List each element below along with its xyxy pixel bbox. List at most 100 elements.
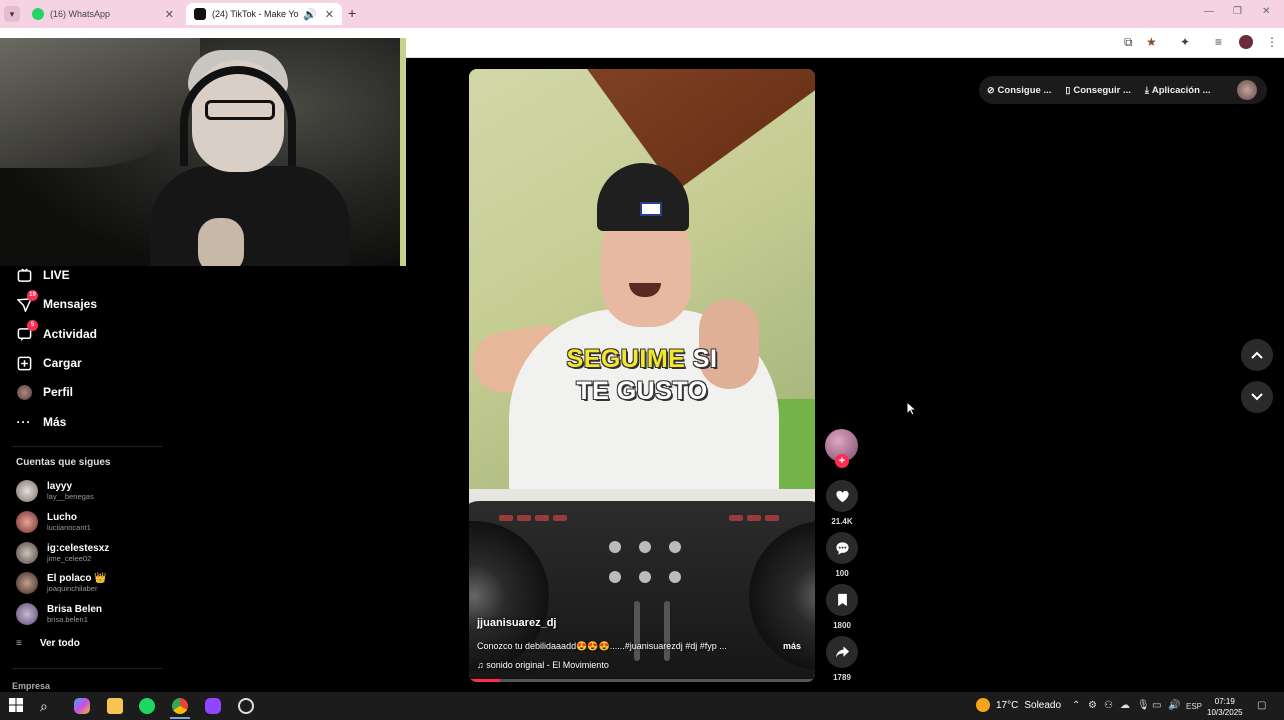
nav-more[interactable]: ··· Más	[16, 412, 67, 432]
volume-icon[interactable]: 🔊	[1168, 700, 1180, 711]
avatar	[16, 603, 38, 625]
following-account[interactable]: ig:celestesxz jime_celee02	[16, 540, 109, 566]
tiktok-icon	[194, 8, 206, 20]
close-tab-icon[interactable]: ✕	[325, 8, 334, 21]
new-tab-button[interactable]: +	[348, 5, 356, 21]
previous-video-button[interactable]	[1241, 339, 1273, 371]
see-all-link[interactable]: ≡ Ver todo	[16, 638, 80, 649]
chrome-icon[interactable]	[172, 698, 188, 714]
cloud-icon[interactable]: ☁	[1120, 700, 1130, 711]
account-name: ig:celestesxz	[47, 543, 110, 554]
network-icon[interactable]: ▭	[1152, 700, 1161, 711]
description-text: Conozco tu debilidaaadd😍😍😍......#juanisu…	[477, 641, 727, 651]
user-avatar[interactable]	[1237, 80, 1257, 100]
account-handle: brisa.belen1	[47, 615, 88, 624]
footer-company-link[interactable]: Empresa	[12, 681, 50, 691]
copilot-icon[interactable]	[74, 698, 90, 714]
top-actions-bar: ⊘ Consigue ... ▯ Conseguir ... ⤓ Aplicación…	[979, 76, 1267, 104]
minimize-icon[interactable]: —	[1204, 6, 1214, 17]
video-player[interactable]: SEGUIME SI TE GUSTO jjuanisuarez_dj Cono…	[469, 69, 815, 682]
following-account[interactable]: El polaco 👑 joaquinchilaber	[16, 570, 107, 596]
get-coins-button[interactable]: ⊘ Consigue ...	[987, 85, 1051, 96]
webcam-overlay	[0, 38, 406, 266]
audio-icon[interactable]: 🔊	[303, 8, 317, 21]
close-tab-icon[interactable]: ✕	[165, 8, 174, 21]
live-icon	[16, 267, 32, 283]
nav-label: Actividad	[43, 327, 98, 341]
account-handle: jime_celee02	[47, 554, 92, 563]
messages-icon: 19	[16, 290, 38, 312]
tray-app-icon[interactable]: ⚇	[1104, 700, 1113, 711]
nav-profile[interactable]: Perfil	[16, 382, 73, 402]
account-handle: lay__benegas	[47, 492, 94, 501]
video-person-hand	[699, 299, 759, 389]
video-progress-fill	[469, 679, 501, 682]
chevron-up-icon[interactable]: ⌃	[1072, 700, 1080, 711]
weather-temp: 17°C	[996, 699, 1019, 711]
weather-widget[interactable]: 17°C Soleado	[976, 698, 1061, 712]
tab-search-button[interactable]: ▾	[4, 6, 20, 22]
desktop-app-button[interactable]: ⤓ Aplicación ...	[1145, 85, 1211, 96]
video-cap-logo	[640, 202, 662, 216]
nav-label: Mensajes	[43, 297, 98, 311]
tray-app-icon[interactable]: ⚙	[1088, 700, 1097, 711]
comment-count: 100	[835, 569, 849, 578]
clock-date: 10/3/2025	[1207, 708, 1243, 717]
coin-icon: ⊘	[987, 84, 995, 95]
avatar	[16, 542, 38, 564]
system-clock[interactable]: 07:19 10/3/2025	[1207, 696, 1243, 718]
more-link[interactable]: más	[783, 641, 801, 651]
streaming-app-icon[interactable]	[205, 698, 221, 714]
spotify-icon[interactable]	[139, 698, 155, 714]
tab-whatsapp[interactable]: (16) WhatsApp ✕	[24, 3, 182, 25]
nav-activity[interactable]: 5 Actividad	[16, 320, 98, 344]
obs-icon[interactable]	[238, 698, 254, 714]
save-count: 1800	[833, 621, 851, 630]
share-button[interactable]: 1789	[826, 636, 858, 682]
extensions-icon[interactable]: ✦	[1180, 35, 1190, 49]
chevron-down-icon	[1251, 393, 1263, 401]
upload-icon	[16, 355, 32, 371]
activity-icon: 5	[16, 320, 38, 342]
following-account[interactable]: Brisa Belen brisa.belen1	[16, 601, 102, 627]
next-video-button[interactable]	[1241, 381, 1273, 413]
profile-avatar-icon[interactable]	[1239, 35, 1253, 49]
follow-button[interactable]: +	[835, 454, 849, 468]
video-author[interactable]: jjuanisuarez_dj	[477, 617, 556, 629]
windows-start-icon[interactable]	[9, 698, 25, 714]
divider	[12, 668, 162, 669]
language-indicator[interactable]: ESP	[1186, 702, 1202, 711]
video-progress-bar[interactable]	[469, 679, 815, 682]
nav-upload[interactable]: Cargar	[16, 353, 82, 373]
like-button[interactable]: 21.4K	[826, 480, 858, 526]
following-account[interactable]: layyy lay__benegas	[16, 478, 94, 504]
bookmark-star-icon[interactable]: ★	[1146, 35, 1157, 49]
account-handle: joaquinchilaber	[47, 584, 98, 593]
mouse-cursor-icon	[906, 400, 918, 421]
clock-time: 07:19	[1214, 697, 1235, 706]
nav-live[interactable]: LIVE	[16, 265, 70, 285]
nav-messages[interactable]: 19 Mensajes	[16, 290, 98, 314]
notifications-icon[interactable]: ▢	[1257, 700, 1266, 711]
nav-label: Cargar	[43, 356, 82, 370]
comment-button[interactable]: 100	[826, 532, 858, 578]
close-window-icon[interactable]: ✕	[1262, 6, 1270, 17]
restore-icon[interactable]: ❐	[1233, 6, 1242, 17]
file-explorer-icon[interactable]	[107, 698, 123, 714]
heart-icon	[826, 480, 858, 512]
download-icon: ⤓	[1144, 84, 1149, 95]
menu-kebab-icon[interactable]: ⋮	[1266, 35, 1278, 49]
following-account[interactable]: Lucho luciianocant1	[16, 509, 91, 535]
microphone-icon[interactable]: 🎙	[1137, 700, 1150, 711]
tab-tiktok[interactable]: (24) TikTok - Make Your Day 🔊 ✕	[186, 3, 342, 25]
account-name: layyy	[47, 481, 73, 492]
video-sound[interactable]: ♫ sonido original - El Movimiento	[477, 660, 609, 670]
sun-icon	[976, 698, 990, 712]
save-button[interactable]: 1800	[826, 584, 858, 630]
bookmark-icon	[826, 584, 858, 616]
media-control-icon[interactable]: ≡	[1215, 35, 1222, 49]
install-app-icon[interactable]: ⧉	[1124, 35, 1133, 50]
following-section-title: Cuentas que sigues	[16, 457, 111, 468]
get-app-button[interactable]: ▯ Conseguir ...	[1065, 85, 1131, 96]
search-icon[interactable]: ⌕	[40, 698, 56, 714]
